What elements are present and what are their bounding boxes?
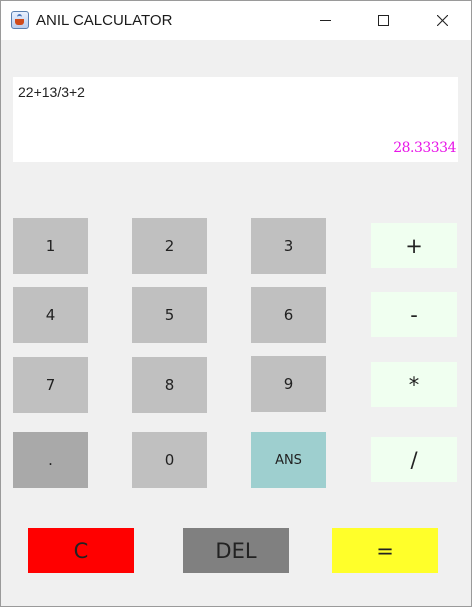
equals-button[interactable]: =	[332, 528, 438, 573]
key-9[interactable]: 9	[251, 356, 326, 412]
key-minus[interactable]: -	[371, 292, 457, 337]
key-2[interactable]: 2	[132, 218, 207, 274]
key-5[interactable]: 5	[132, 287, 207, 343]
calculator-display[interactable]: 22+13/3+2 28.33334	[13, 77, 458, 162]
java-cup-icon	[11, 11, 29, 29]
calculator-window: ANIL CALCULATOR 22+13/3+2 28.33334 1 2 3…	[0, 0, 472, 607]
clear-button[interactable]: C	[28, 528, 134, 573]
key-plus[interactable]: +	[371, 223, 457, 268]
key-8[interactable]: 8	[132, 357, 207, 413]
title-bar[interactable]: ANIL CALCULATOR	[1, 1, 471, 40]
key-ans[interactable]: ANS	[251, 432, 326, 488]
delete-button[interactable]: DEL	[183, 528, 289, 573]
key-0[interactable]: 0	[132, 432, 207, 488]
key-1[interactable]: 1	[13, 218, 88, 274]
result-text: 28.33334	[393, 140, 456, 156]
minimize-button[interactable]	[297, 1, 355, 40]
key-3[interactable]: 3	[251, 218, 326, 274]
key-divide[interactable]: /	[371, 437, 457, 482]
key-6[interactable]: 6	[251, 287, 326, 343]
key-4[interactable]: 4	[13, 287, 88, 343]
window-title: ANIL CALCULATOR	[36, 12, 173, 29]
key-multiply[interactable]: *	[371, 362, 457, 407]
maximize-button[interactable]	[355, 1, 413, 40]
maximize-icon	[378, 15, 389, 26]
close-button[interactable]	[413, 1, 471, 40]
expression-text: 22+13/3+2	[18, 84, 85, 100]
key-7[interactable]: 7	[13, 357, 88, 413]
key-decimal-point[interactable]: .	[13, 432, 88, 488]
close-icon	[437, 15, 448, 26]
minimize-icon	[320, 20, 331, 21]
